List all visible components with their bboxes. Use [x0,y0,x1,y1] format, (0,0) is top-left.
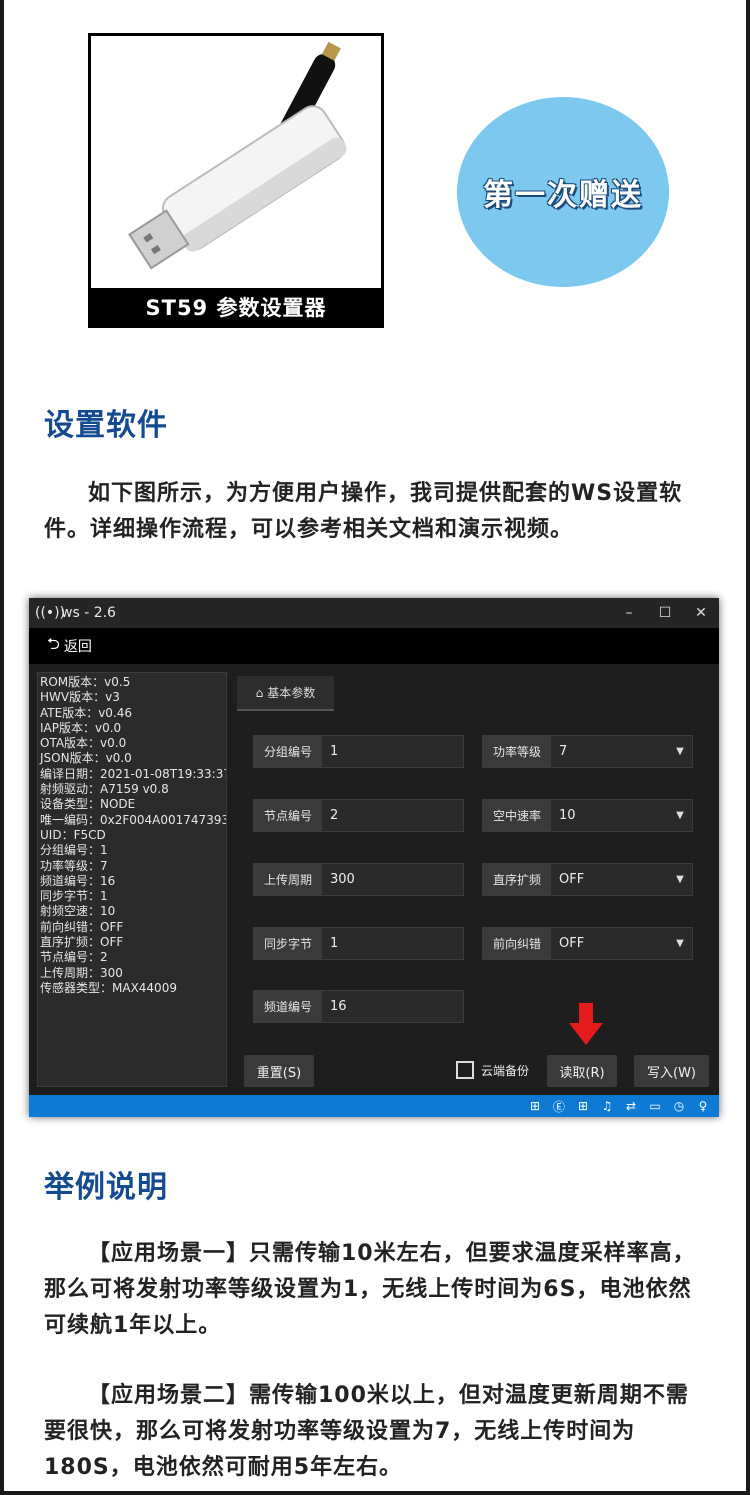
plug-icon[interactable]: ⇄ [619,1099,643,1113]
gift-badge: 第一次赠送 [457,97,669,287]
field-label: 空中速率 [483,800,551,831]
chevron-down-icon[interactable]: ▼ [668,800,692,831]
field-value: 7 [559,744,568,759]
bulb-icon[interactable]: ♀ [691,1099,715,1113]
fec-select[interactable]: 前向纠错 OFF ▼ [482,927,693,960]
grid-icon[interactable]: ⊞ [523,1099,547,1113]
air-speed-select[interactable]: 空中速率 10 ▼ [482,799,693,832]
minimize-icon[interactable]: – [611,605,647,621]
upload-period-field[interactable]: 上传周期 300 [253,863,464,896]
device-info-line: 射频驱动：A7159 v0.8 [40,782,169,797]
device-info-line: 传感器类型：MAX44009 [40,980,177,995]
channel-id-field[interactable]: 频道编号 16 [253,990,464,1023]
device-info-line: JSON版本：v0.0 [40,751,132,766]
device-info-line: 编译日期：2021-01-08T19:33:37 [40,766,227,781]
group-id-field[interactable]: 分组编号 1 [253,735,464,768]
field-label: 同步字节 [254,928,322,959]
close-icon[interactable]: ✕ [683,605,719,621]
chevron-down-icon[interactable]: ▼ [668,736,692,767]
chevron-down-icon[interactable]: ▼ [668,928,692,959]
device-info-line: 同步字节：1 [40,889,108,904]
device-info-line: 唯一编码：0x2F004A0017473934 [40,812,227,827]
field-value[interactable]: 16 [322,991,463,1022]
reset-button[interactable]: 重置(S) [244,1055,314,1087]
usb-dongle-image [128,41,347,270]
plus-box-icon[interactable]: ⊞ [571,1099,595,1113]
window-controls: – ☐ ✕ [611,605,719,621]
field-label: 功率等级 [483,736,551,767]
field-label: 直序扩频 [483,864,551,895]
field-value: OFF [559,872,585,887]
back-label: 返回 [63,639,92,655]
power-level-select[interactable]: 功率等级 7 ▼ [482,735,693,768]
read-button[interactable]: 读取(R) [547,1055,617,1087]
device-info-line: 射频空速：10 [40,904,116,919]
back-bar: ⮌ 返回 [29,628,719,664]
chevron-down-icon[interactable]: ▼ [668,864,692,895]
field-value[interactable]: 2 [322,800,463,831]
tab-basic-params[interactable]: ⌂ 基本参数 [237,676,334,711]
field-label: 分组编号 [254,736,322,767]
example-section-title: 举例说明 [44,1170,168,1205]
device-info-panel: ROM版本：v0.5 HWV版本：v3 ATE版本：v0.46 IAP版本：v0.0 O… [37,672,227,1087]
ws-app-window: ((•)) ws - 2.6 – ☐ ✕ ⮌ 返回 ROM版本：v0.5 HWV版… [29,598,719,1117]
scenario-2-text: 【应用场景二】需传输100米以上，但对温度更新周期不需要很快，那么可将发射功率等… [44,1383,689,1480]
sync-byte-field[interactable]: 同步字节 1 [253,927,464,960]
clock-icon[interactable]: ◷ [667,1099,691,1113]
en-icon[interactable]: Ⓔ [547,1098,571,1115]
device-info-line: ATE版本：v0.46 [40,705,133,720]
status-bar: ⊞ Ⓔ ⊞ ♫ ⇄ ▭ ◷ ♀ [29,1095,719,1117]
software-section-title: 设置软件 [44,408,168,443]
app-logo-icon: ((•)) [35,605,66,621]
bell-icon[interactable]: ♫ [595,1099,619,1113]
device-info-line: 设备类型：NODE [40,797,136,812]
device-info-line: 节点编号：2 [40,950,108,965]
software-description: 如下图所示，为方便用户操作，我司提供配套的WS设置软件。详细操作流程，可以参考相… [44,481,683,542]
product-card: ST59 参数设置器 [88,33,384,328]
cloud-backup-checkbox[interactable] [456,1061,474,1079]
device-info-line: 分组编号：1 [40,843,108,858]
device-info-line: 频道编号：16 [40,873,116,888]
product-caption: ST59 参数设置器 [145,296,327,320]
device-info-line: 功率等级：7 [40,858,108,873]
window-title: ws - 2.6 [61,605,116,621]
field-label: 前向纠错 [483,928,551,959]
gift-label: 第一次赠送 [483,178,643,213]
field-label: 节点编号 [254,800,322,831]
dsss-select[interactable]: 直序扩频 OFF ▼ [482,863,693,896]
field-value[interactable]: 1 [322,736,463,767]
device-info-line: ROM版本：v0.5 [40,675,131,689]
maximize-icon[interactable]: ☐ [647,605,683,621]
back-button[interactable]: ⮌ 返回 [47,633,92,660]
device-info-line: 直序扩频：OFF [40,935,124,950]
cloud-backup-toggle[interactable]: 云端备份 [456,1061,529,1079]
device-info-line: 前向纠错：OFF [40,919,124,934]
write-button[interactable]: 写入(W) [634,1055,709,1087]
field-value: 10 [559,808,576,823]
node-id-field[interactable]: 节点编号 2 [253,799,464,832]
device-info-line: OTA版本：v0.0 [40,736,127,751]
device-info-line: IAP版本：v0.0 [40,720,122,735]
device-info-line: UID：F5CD [40,827,106,842]
field-label: 频道编号 [254,991,322,1022]
back-arrow-icon: ⮌ [47,633,60,653]
scenario-1-text: 【应用场景一】只需传输10米左右，但要求温度采样率高，那么可将发射功率等级设置为… [44,1241,696,1338]
device-info-line: HWV版本：v3 [40,690,120,705]
red-down-arrow-icon [569,1003,603,1045]
home-icon: ⌂ [255,685,264,700]
field-label: 上传周期 [254,864,322,895]
field-value[interactable]: 1 [322,928,463,959]
monitor-icon[interactable]: ▭ [643,1099,667,1113]
device-info-line: 上传周期：300 [40,965,123,980]
tab-label: 基本参数 [267,686,316,700]
title-bar: ((•)) ws - 2.6 – ☐ ✕ [29,598,719,628]
field-value: OFF [559,936,585,951]
field-value[interactable]: 300 [322,864,463,895]
cloud-backup-label: 云端备份 [481,1063,530,1078]
product-photo [91,36,381,288]
